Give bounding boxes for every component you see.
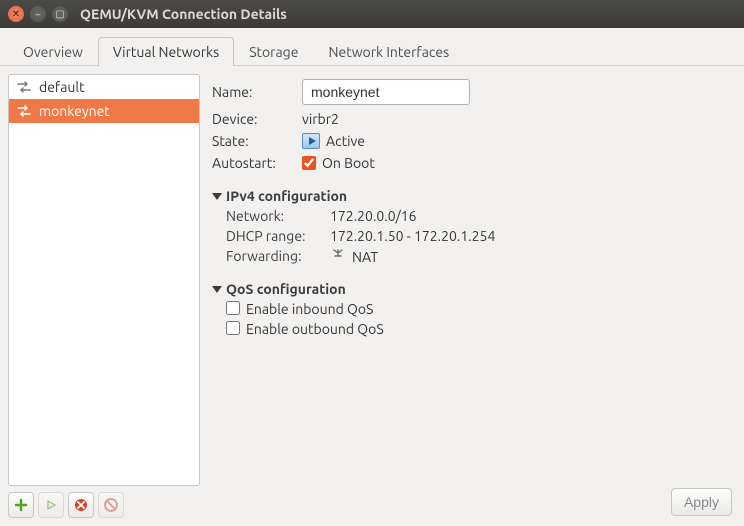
forwarding-value: NAT xyxy=(352,249,378,265)
tabs: Overview Virtual Networks Storage Networ… xyxy=(0,28,744,66)
apply-button[interactable]: Apply xyxy=(671,488,732,516)
autostart-checkbox[interactable] xyxy=(302,156,316,170)
delete-network-button[interactable] xyxy=(98,492,124,518)
nat-icon xyxy=(330,248,346,265)
dhcp-range-value: 172.20.1.50 - 172.20.1.254 xyxy=(330,228,495,244)
ipv4-network-value: 172.20.0.0/16 xyxy=(330,208,417,224)
chevron-down-icon xyxy=(212,286,222,293)
state-active-icon xyxy=(302,133,320,149)
qos-inbound-label: Enable inbound QoS xyxy=(246,301,373,317)
detail-panel: Name: Device: virbr2 State: Active Autos… xyxy=(206,74,736,518)
ipv4-network-label: Network: xyxy=(226,208,324,224)
network-list: default monkeynet xyxy=(8,74,200,486)
network-bidir-icon xyxy=(17,80,31,94)
dhcp-range-label: DHCP range: xyxy=(226,228,324,244)
device-label: Device: xyxy=(212,111,294,127)
tab-network-interfaces[interactable]: Network Interfaces xyxy=(313,37,464,66)
tab-virtual-networks[interactable]: Virtual Networks xyxy=(98,37,234,66)
minimize-icon[interactable]: – xyxy=(30,6,46,22)
tab-overview[interactable]: Overview xyxy=(8,37,98,66)
stop-network-button[interactable] xyxy=(68,492,94,518)
window-title: QEMU/KVM Connection Details xyxy=(80,6,287,22)
sidebar-item-label: monkeynet xyxy=(39,103,110,119)
sidebar-item-monkeynet[interactable]: monkeynet xyxy=(9,99,199,123)
qos-section-header[interactable]: QoS configuration xyxy=(212,281,726,297)
sidebar-item-label: default xyxy=(39,79,85,95)
titlebar: ✕ – ▢ QEMU/KVM Connection Details xyxy=(0,0,744,28)
maximize-icon[interactable]: ▢ xyxy=(52,6,68,22)
main-content: default monkeynet xyxy=(0,66,744,526)
qos-outbound-checkbox[interactable] xyxy=(226,321,240,335)
sidebar-item-default[interactable]: default xyxy=(9,75,199,99)
state-label: State: xyxy=(212,133,294,149)
sidebar: default monkeynet xyxy=(8,74,200,518)
autostart-text: On Boot xyxy=(322,155,375,171)
autostart-label: Autostart: xyxy=(212,155,294,171)
ipv4-section-header[interactable]: IPv4 configuration xyxy=(212,188,726,204)
close-icon[interactable]: ✕ xyxy=(8,6,24,22)
qos-inbound-checkbox[interactable] xyxy=(226,301,240,315)
chevron-down-icon xyxy=(212,193,222,200)
name-input[interactable] xyxy=(302,79,470,105)
footer: Apply xyxy=(671,488,732,516)
forwarding-label: Forwarding: xyxy=(226,248,324,265)
tab-storage[interactable]: Storage xyxy=(234,37,313,66)
qos-outbound-label: Enable outbound QoS xyxy=(246,321,384,337)
start-network-button[interactable] xyxy=(38,492,64,518)
add-network-button[interactable] xyxy=(8,492,34,518)
state-value: Active xyxy=(326,133,365,149)
network-bidir-icon xyxy=(17,104,31,118)
device-value: virbr2 xyxy=(302,111,339,127)
name-label: Name: xyxy=(212,84,294,100)
sidebar-toolbar xyxy=(8,486,200,518)
